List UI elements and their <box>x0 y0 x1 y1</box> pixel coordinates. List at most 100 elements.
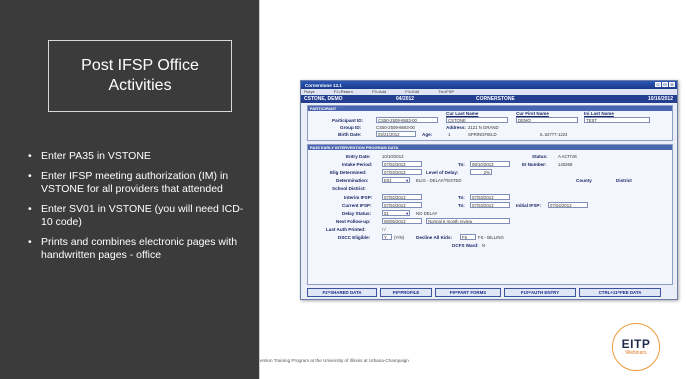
cornerstone-window: Cornerstone 13.1 – □ × Fkeys F1=Return F… <box>300 80 678 300</box>
followup-note-field[interactable]: Normal 6 month review <box>426 218 510 224</box>
next-followup-label: Next Follow-up: <box>336 219 371 224</box>
status-value: A ACTIVE <box>558 154 578 159</box>
col-cur-last: Cur Last Name <box>446 111 479 116</box>
ei-section-title: PA35 EARLY INTERVENTION PROGRAM DATA <box>308 145 672 150</box>
header-name: CSTONE, DEMO <box>304 96 343 102</box>
minimize-icon[interactable]: – <box>655 82 661 87</box>
decline-all-kids-field[interactable]: F5 <box>460 234 476 240</box>
profile-button[interactable]: F8=PROFILE <box>380 288 432 297</box>
ini-last-field[interactable]: TEST <box>584 117 650 123</box>
ei-number-label: EI Number: <box>522 162 547 167</box>
state-zip-value: IL 62777-1224 <box>540 132 568 137</box>
elig-determined-field[interactable]: 07/03/2013 <box>382 169 422 175</box>
determination-dropdown-icon[interactable]: ▾ <box>406 178 408 184</box>
dscc-hint: (Y/N) <box>394 235 405 240</box>
group-id-value: CS50-2509-8683-00 <box>376 125 415 130</box>
bullet-item: Prints and combines electronic pages wit… <box>28 236 248 262</box>
status-label: Status: <box>532 154 548 159</box>
close-icon[interactable]: × <box>669 82 675 87</box>
logo-subtext: Webinars <box>625 349 647 356</box>
initial-ifsp-field[interactable]: 07/04/2013 <box>548 202 588 208</box>
age-value: 1 <box>448 132 451 137</box>
level-of-delay-label: Level of Delay: <box>426 170 459 175</box>
intake-to-label: To: <box>458 162 465 167</box>
address-value: 2121 N GRAND <box>468 125 499 130</box>
dcfs-ward-value: N <box>482 243 486 248</box>
participant-id-field[interactable]: CS50-2509-8683-00 <box>376 117 438 123</box>
birth-date-label: Birth Date: <box>338 132 362 137</box>
header-today: 10/16/2012 <box>647 96 673 102</box>
determination-label: Determination: <box>336 178 369 183</box>
menu-return[interactable]: F1=Return <box>334 89 353 94</box>
intake-period-label: Intake Period: <box>342 162 373 167</box>
dscc-eligible-label: DSCC Eligible: <box>338 235 371 240</box>
current-to-field[interactable]: 07/03/2013 <box>470 202 510 208</box>
delay-status-dropdown-icon[interactable]: ▾ <box>406 211 408 217</box>
interim-from-field[interactable]: 07/02/2013 <box>382 194 422 200</box>
address-label: Address: <box>446 125 466 130</box>
initial-ifsp-label: Initial IFSP: <box>516 203 542 208</box>
delay-status-text: NO DELAY <box>416 211 438 216</box>
decline-all-kids-label: Decline All Kids: <box>416 235 453 240</box>
part-forms-button[interactable]: F9=PART FORMS <box>435 288 501 297</box>
ei-number-value: 140268 <box>558 162 573 167</box>
birth-date-field[interactable]: 03/21/2012 <box>376 131 416 137</box>
bullet-item: Enter PA35 in VSTONE <box>28 150 248 163</box>
intake-from-field[interactable]: 07/02/2013 <box>382 161 422 167</box>
decline-all-kids-text: FS - BILLING <box>478 235 504 240</box>
determination-text: ELIG - DELAY/TESTED <box>416 178 462 183</box>
header-system: CORNERSTONE <box>476 96 515 102</box>
school-district-label: School District: <box>332 186 366 191</box>
menu-fkeys[interactable]: Fkeys <box>304 89 315 94</box>
menu-ifsp[interactable]: Tb=IFSP <box>438 89 454 94</box>
intake-to-field[interactable]: 09/10/2013 <box>470 161 510 167</box>
function-button-bar: F2=SHARED DATA F8=PROFILE F9=PART FORMS … <box>307 288 673 297</box>
current-from-field[interactable]: 07/04/2013 <box>382 202 422 208</box>
current-to-label: To: <box>458 203 465 208</box>
bullet-item: Enter SV01 in VSTONE (you will need ICD-… <box>28 203 248 229</box>
interim-ifsp-label: Interim IFSP: <box>344 195 373 200</box>
entry-date-value: 10/10/2013 <box>382 154 404 159</box>
city-value: SPRINGFIELD <box>468 132 497 137</box>
menu-edit[interactable]: F4=Edit <box>405 89 419 94</box>
participant-section: PARTICIPANT Cur Last Name Cur First Name… <box>307 105 673 141</box>
auth-entry-button[interactable]: F10=AUTH ENTRY <box>504 288 576 297</box>
fee-data-button[interactable]: CTRL+11=FEE DATA <box>579 288 661 297</box>
elig-determined-label: Elig Determined: <box>330 170 367 175</box>
window-titlebar[interactable]: Cornerstone 13.1 – □ × <box>301 81 677 89</box>
shared-data-button[interactable]: F2=SHARED DATA <box>307 288 377 297</box>
participant-header: CSTONE, DEMO 04/2012 CORNERSTONE 10/16/2… <box>301 95 677 103</box>
interim-to-field[interactable]: 07/03/2013 <box>470 194 510 200</box>
logo-text: EITP <box>621 336 651 351</box>
participant-section-title: PARTICIPANT <box>308 106 672 111</box>
cur-first-field[interactable]: DEMO <box>516 117 578 123</box>
participant-id-label: Participant ID: <box>332 118 364 123</box>
last-auth-printed-value: / / <box>382 227 386 232</box>
col-ini-last: Ini Last Name <box>584 111 614 116</box>
district-label: District <box>616 178 632 183</box>
bullet-item: Enter IFSP meeting authorization (IM) in… <box>28 170 248 196</box>
header-date: 04/2012 <box>396 96 415 102</box>
age-label: Age: <box>422 132 433 137</box>
ei-program-section: PA35 EARLY INTERVENTION PROGRAM DATA Ent… <box>307 144 673 285</box>
entry-date-label: Entry Date: <box>346 154 371 159</box>
next-followup-field[interactable]: 08/05/2013 <box>382 218 422 224</box>
slide-title-line2: Activities <box>108 77 172 94</box>
delay-status-label: Delay Status: <box>342 211 372 216</box>
menu-add[interactable]: F3=Add <box>372 89 386 94</box>
slide-footer: ention Training Program at the Universit… <box>260 358 409 363</box>
window-controls: – □ × <box>655 82 675 87</box>
bullet-list: Enter PA35 in VSTONE Enter IFSP meeting … <box>28 150 248 269</box>
eitp-logo: EITP Webinars <box>612 323 660 371</box>
dcfs-ward-label: DCFS Ward: <box>452 243 479 248</box>
last-auth-printed-label: Last Auth Printed: <box>326 227 366 232</box>
slide-title-box: Post IFSP Office Activities <box>48 40 232 112</box>
maximize-icon[interactable]: □ <box>662 82 668 87</box>
current-ifsp-label: Current IFSP: <box>342 203 372 208</box>
cur-last-field[interactable]: CSTONE <box>446 117 508 123</box>
county-label: County <box>576 178 592 183</box>
dscc-eligible-field[interactable]: Y <box>382 234 392 240</box>
col-cur-first: Cur First Name <box>516 111 549 116</box>
level-of-delay-field[interactable]: 2% <box>470 169 492 175</box>
interim-to-label: To: <box>458 195 465 200</box>
